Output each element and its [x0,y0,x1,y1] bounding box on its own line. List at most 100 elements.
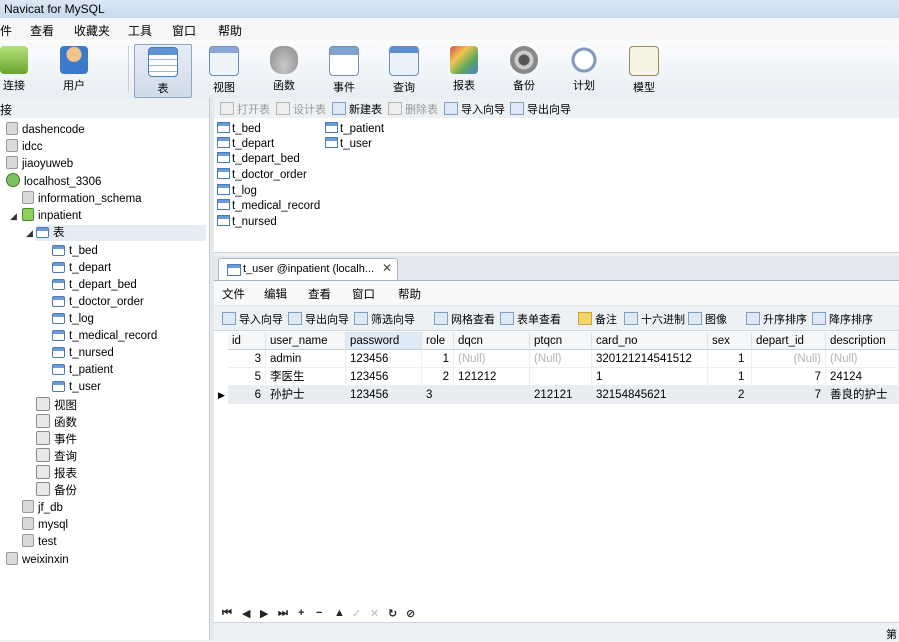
form-view-button[interactable]: 表单查看 [500,311,561,327]
filter-wizard-button[interactable]: 筛选向导 [354,311,415,327]
cell-dqcn[interactable]: 121212 [454,368,530,386]
cell-password[interactable]: 123456 [346,368,422,386]
cell-card-no[interactable]: 320121214541512 [592,350,708,368]
cell-card-no[interactable]: 1 [592,368,708,386]
tab-close-icon[interactable]: ✕ [382,261,392,275]
toolbar-report-button[interactable]: 报表 [436,44,492,96]
tree-table[interactable]: t_depart_bed [52,277,137,293]
tree-table[interactable]: t_log [52,311,94,327]
cell-role[interactable]: 3 [422,386,454,404]
cell-id[interactable]: 3 [228,350,266,368]
tree-connection-localhost[interactable]: localhost_3306 [6,173,101,189]
toolbar-schedule-button[interactable]: 计划 [556,44,612,96]
new-table-button[interactable]: 新建表 [332,101,382,117]
toolbar-backup-button[interactable]: 备份 [496,44,552,96]
tree-table[interactable]: t_bed [52,243,98,259]
sub-menu-file[interactable]: 文件 [222,286,245,302]
import-wizard-button[interactable]: 导入向导 [444,101,505,117]
column-header-role[interactable]: role [422,332,454,350]
cell-description[interactable]: (Null) [826,350,899,368]
prev-record-icon[interactable]: ◀ [242,607,250,620]
tree-db-information-schema[interactable]: information_schema [22,191,142,207]
grid-view-button[interactable]: 网格查看 [434,311,495,327]
expand-arrow-icon[interactable]: ◢ [26,228,33,239]
tree-folder-functions[interactable]: 函数 [36,414,77,430]
tree-connection-idcc[interactable]: idcc [6,139,42,155]
menu-favorites[interactable]: 收藏夹 [74,22,110,39]
last-record-icon[interactable]: ⏭ [278,607,288,620]
sort-asc-button[interactable]: 升序排序 [746,311,807,327]
tree-table[interactable]: t_depart [52,260,111,276]
tree-table[interactable]: t_doctor_order [52,294,144,310]
column-header-dqcn[interactable]: dqcn [454,332,530,350]
column-header-user-name[interactable]: user_name [266,332,346,350]
tree-folder-reports[interactable]: 报表 [36,465,77,481]
cell-user-name[interactable]: admin [266,350,346,368]
tree-folder-backups[interactable]: 备份 [36,482,77,498]
cell-role[interactable]: 2 [422,368,454,386]
menu-tools[interactable]: 工具 [128,22,152,39]
column-header-depart-id[interactable]: depart_id [752,332,826,350]
edit-record-icon[interactable]: ▲ [334,607,345,619]
object-table[interactable]: t_log [217,184,257,199]
menu-view[interactable]: 查看 [30,22,54,39]
toolbar-view-button[interactable]: 视图 [196,44,252,96]
image-button[interactable]: 图像 [688,311,727,327]
cell-id[interactable]: 6 [228,386,266,404]
sub-menu-help[interactable]: 帮助 [398,286,421,302]
table-row-selected[interactable]: ▶ 6 孙护士 123456 3 212121 32154845621 2 7 … [218,386,899,404]
design-table-button[interactable]: 设计表 [276,101,326,117]
tree-table[interactable]: t_nursed [52,345,114,361]
toolbar-event-button[interactable]: 事件 [316,44,372,96]
cell-ptqcn[interactable]: 212121 [530,386,592,404]
tree-db-jf-db[interactable]: jf_db [22,500,63,516]
menu-file[interactable]: 件 [0,22,12,39]
menu-window[interactable]: 窗口 [172,22,196,39]
tree-folder-views[interactable]: 视图 [36,397,77,413]
tree-db-mysql[interactable]: mysql [22,517,68,533]
object-table[interactable]: t_depart [217,137,274,152]
column-header-ptqcn[interactable]: ptqcn [530,332,592,350]
object-table[interactable]: t_medical_record [217,199,320,214]
cell-password[interactable]: 123456 [346,350,422,368]
cell-id[interactable]: 5 [228,368,266,386]
tree-table[interactable]: t_medical_record [52,328,157,344]
column-header-id[interactable]: id [228,332,266,350]
cell-ptqcn[interactable]: (Null) [530,350,592,368]
table-row[interactable]: 3 admin 123456 1 (Null) (Null) 320121214… [218,350,899,368]
object-table[interactable]: t_user [325,137,372,152]
sort-desc-button[interactable]: 降序排序 [812,311,873,327]
tree-table[interactable]: t_patient [52,362,113,378]
first-record-icon[interactable]: ⏮ [222,607,232,620]
cell-description[interactable]: 24124 [826,368,899,386]
import-wizard-button[interactable]: 导入向导 [222,311,283,327]
tab-t-user[interactable]: t_user @inpatient (localh... ✕ [218,258,398,280]
cell-depart-id[interactable]: 7 [752,386,826,404]
hex-button[interactable]: 十六进制 [624,311,685,327]
apply-changes-icon[interactable]: ✓ [352,607,361,620]
cell-ptqcn[interactable] [530,368,592,386]
tree-connection-dashencode[interactable]: dashencode [6,122,85,138]
memo-button[interactable]: 备注 [578,311,617,327]
object-table[interactable]: t_depart_bed [217,152,300,167]
stop-icon[interactable]: ⊘ [406,607,415,620]
toolbar-model-button[interactable]: 模型 [616,44,672,96]
delete-record-icon[interactable]: − [316,607,322,619]
tree-table[interactable]: t_user [52,379,101,395]
cell-sex[interactable]: 1 [708,368,752,386]
object-table[interactable]: t_doctor_order [217,168,307,183]
cell-card-no[interactable]: 32154845621 [592,386,708,404]
cell-password[interactable]: 123456 [346,386,422,404]
cell-user-name[interactable]: 孙护士 [266,386,346,404]
sub-menu-edit[interactable]: 编辑 [264,286,287,302]
toolbar-function-button[interactable]: 函数 [256,44,312,96]
tree-folder-events[interactable]: 事件 [36,431,77,447]
tree-db-test[interactable]: test [22,534,57,550]
delete-table-button[interactable]: 删除表 [388,101,438,117]
column-header-password[interactable]: password [346,332,422,350]
cell-depart-id[interactable]: (Null) [752,350,826,368]
expand-arrow-icon[interactable]: ◢ [10,211,17,222]
tree-folder-queries[interactable]: 查询 [36,448,77,464]
open-table-button[interactable]: 打开表 [220,101,270,117]
cell-role[interactable]: 1 [422,350,454,368]
